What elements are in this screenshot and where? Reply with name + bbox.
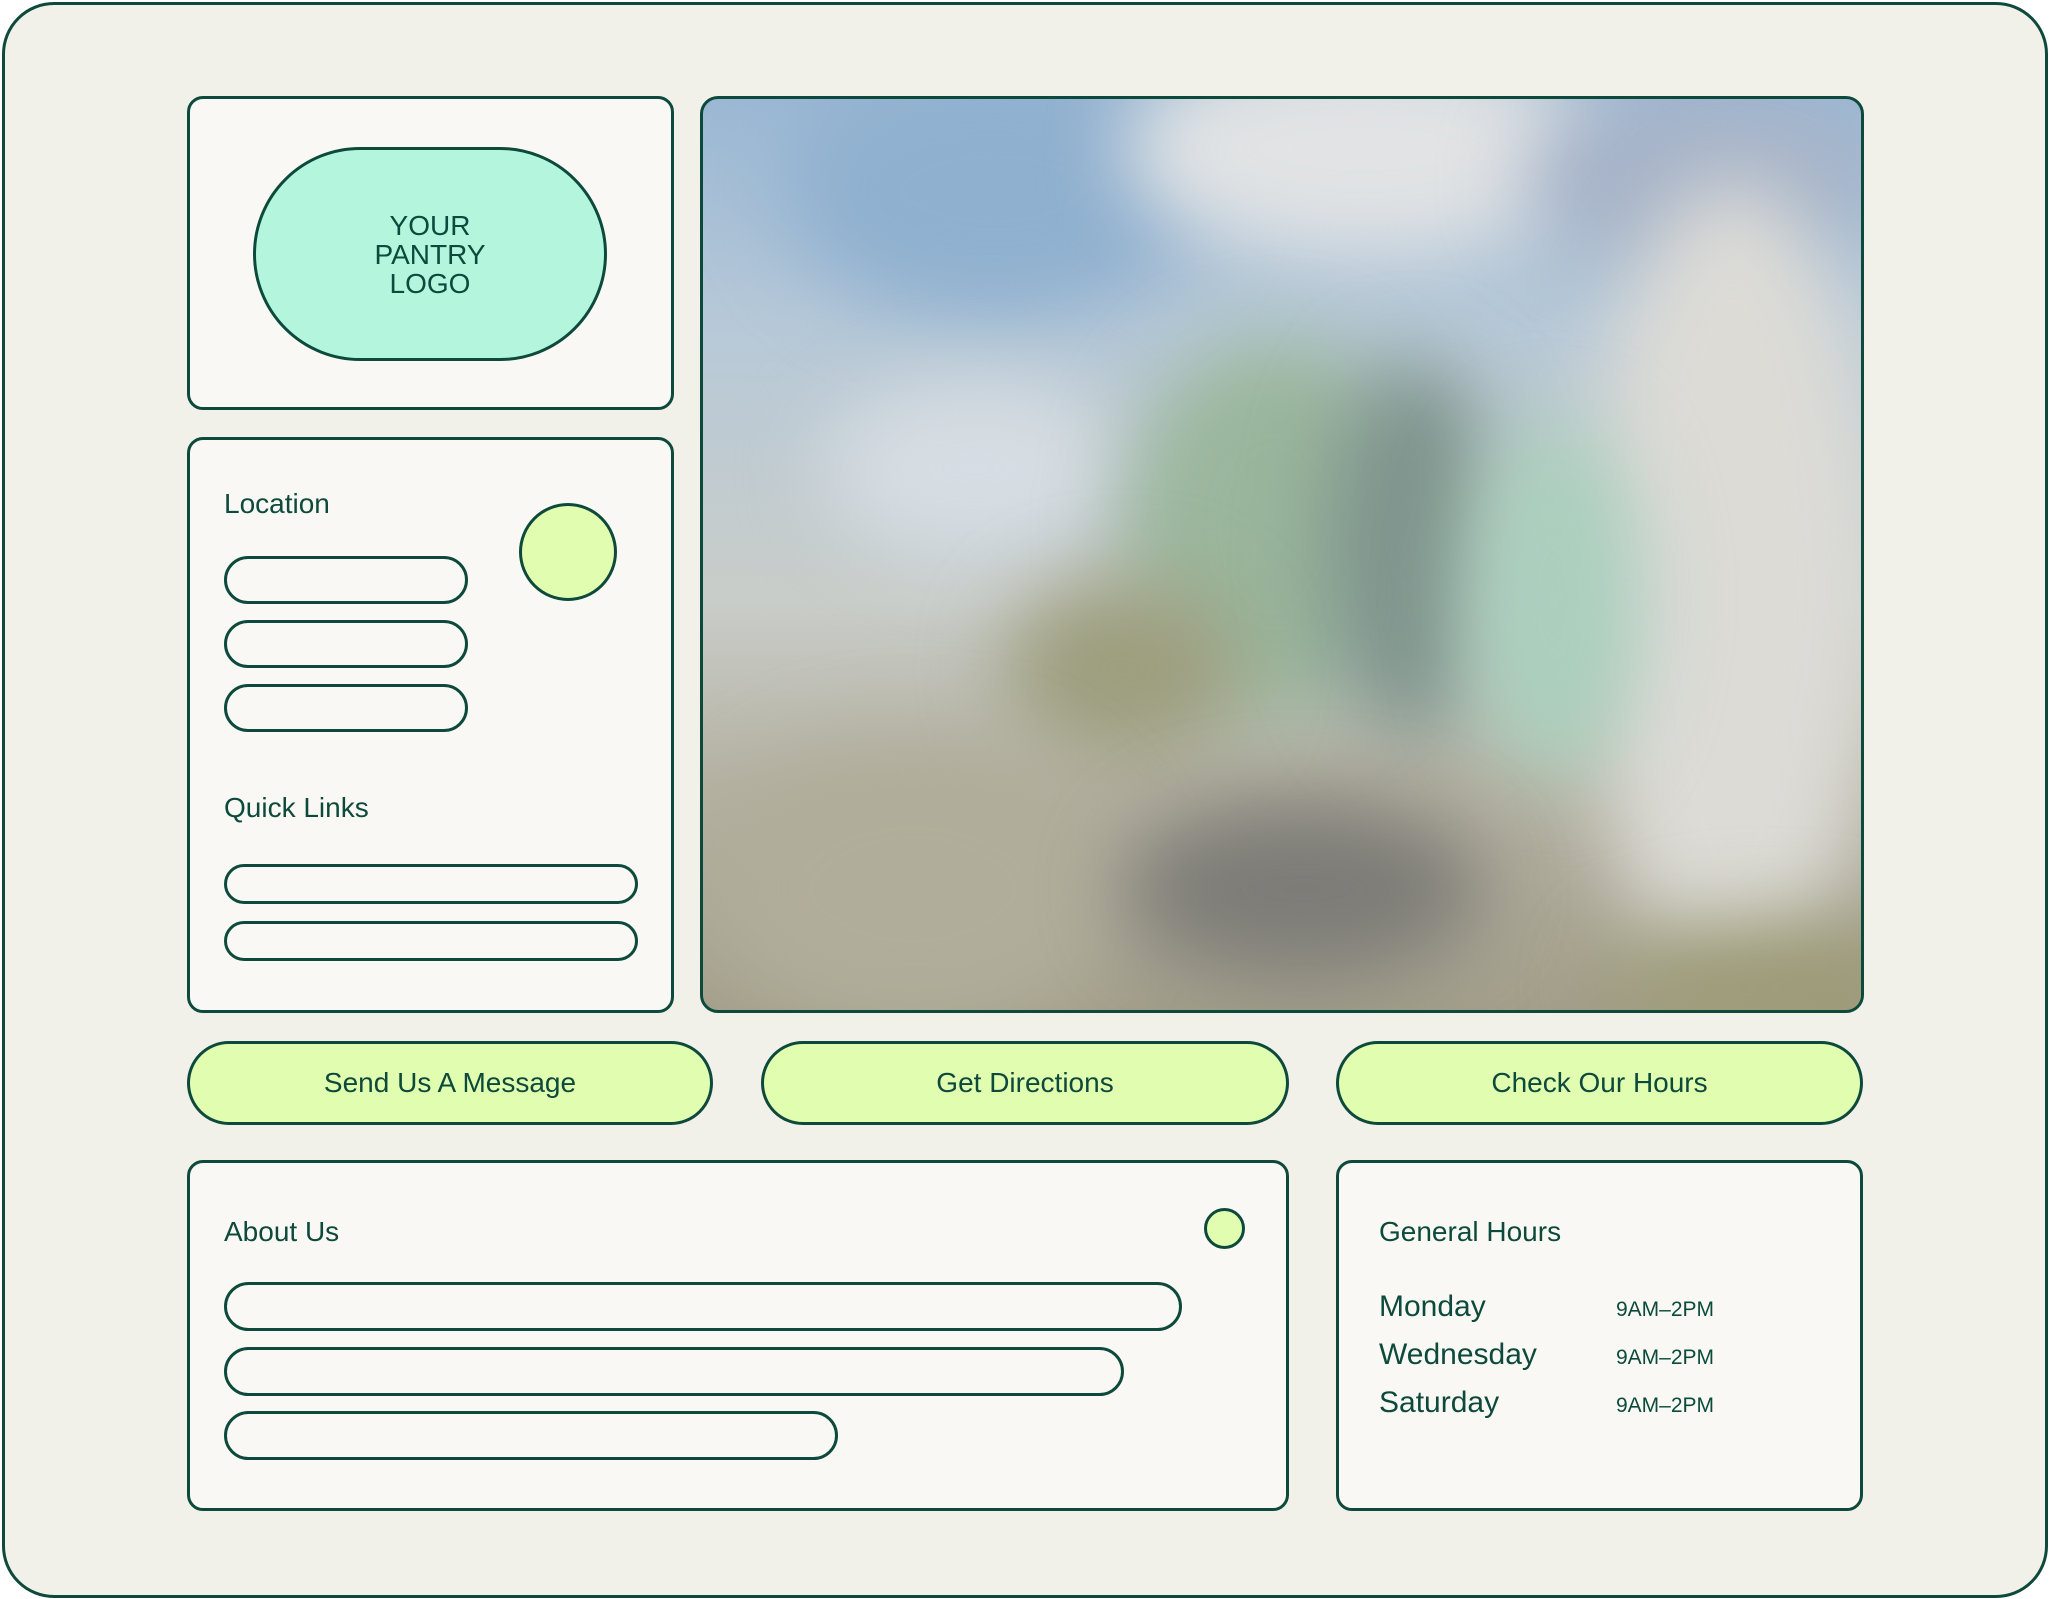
location-line-2 bbox=[224, 620, 468, 668]
hours-day: Monday bbox=[1379, 1290, 1486, 1323]
quick-links-heading: Quick Links bbox=[224, 792, 369, 823]
hours-card: General Hours Monday 9AM–2PM Wednesday 9… bbox=[1336, 1160, 1863, 1511]
about-text-line-2 bbox=[224, 1347, 1124, 1396]
hours-day: Wednesday bbox=[1379, 1338, 1537, 1371]
quick-link-1[interactable] bbox=[224, 864, 638, 904]
hours-row-saturday: Saturday 9AM–2PM bbox=[1379, 1386, 1819, 1430]
hours-row-wednesday: Wednesday 9AM–2PM bbox=[1379, 1338, 1819, 1382]
hours-time: 9AM–2PM bbox=[1616, 1298, 1715, 1321]
location-line-3 bbox=[224, 684, 468, 732]
about-text-line-3 bbox=[224, 1411, 838, 1460]
get-directions-button[interactable]: Get Directions bbox=[761, 1041, 1289, 1125]
about-heading: About Us bbox=[224, 1216, 340, 1247]
map-pin-icon[interactable] bbox=[519, 503, 617, 601]
location-card: Location Quick Links bbox=[187, 437, 674, 1013]
about-text-line-1 bbox=[224, 1282, 1182, 1331]
hours-time: 9AM–2PM bbox=[1616, 1346, 1715, 1369]
hours-row-monday: Monday 9AM–2PM bbox=[1379, 1290, 1819, 1334]
check-hours-button[interactable]: Check Our Hours bbox=[1336, 1041, 1863, 1125]
logo-card: YOUR PANTRY LOGO bbox=[187, 96, 674, 410]
location-line-1 bbox=[224, 556, 468, 604]
quick-link-2[interactable] bbox=[224, 921, 638, 961]
about-indicator-icon bbox=[1204, 1208, 1245, 1249]
hours-time: 9AM–2PM bbox=[1616, 1394, 1715, 1417]
send-message-button[interactable]: Send Us A Message bbox=[187, 1041, 713, 1125]
hours-day: Saturday bbox=[1379, 1386, 1500, 1419]
pantry-logo[interactable]: YOUR PANTRY LOGO bbox=[253, 147, 607, 361]
storefront-photo bbox=[700, 96, 1864, 1013]
location-heading: Location bbox=[224, 488, 330, 519]
about-card: About Us bbox=[187, 1160, 1289, 1511]
hours-heading: General Hours bbox=[1379, 1216, 1562, 1247]
